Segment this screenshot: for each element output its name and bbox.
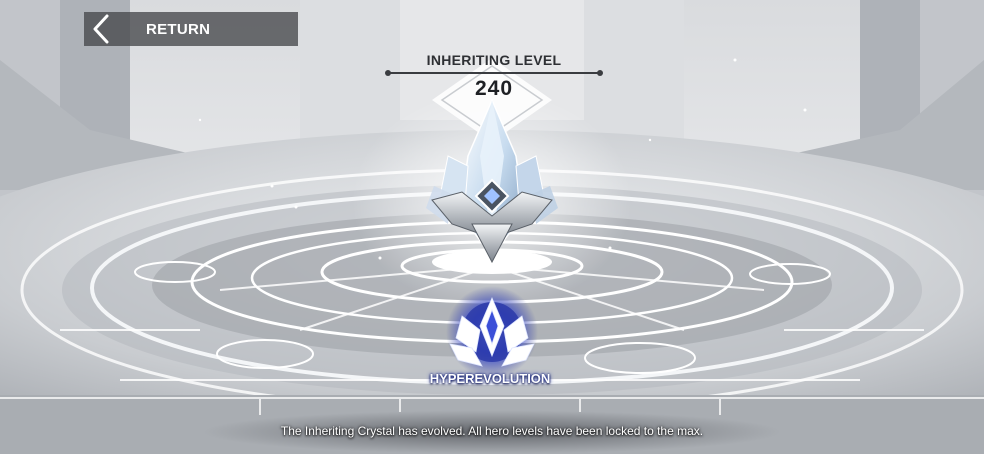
hyperevolution-emblem-icon	[446, 286, 538, 378]
hyperevolution-label: HYPEREVOLUTION	[429, 371, 551, 386]
chevron-left-icon[interactable]	[86, 12, 116, 46]
inheriting-level-value: 240	[474, 77, 514, 100]
status-message: The Inheriting Crystal has evolved. All …	[280, 424, 704, 438]
return-label: RETURN	[146, 20, 211, 38]
title-divider	[385, 70, 603, 76]
inheriting-crystal-icon	[426, 98, 558, 264]
inheriting-level-title: INHERITING LEVEL	[426, 52, 562, 68]
return-button[interactable]: RETURN	[84, 12, 298, 46]
